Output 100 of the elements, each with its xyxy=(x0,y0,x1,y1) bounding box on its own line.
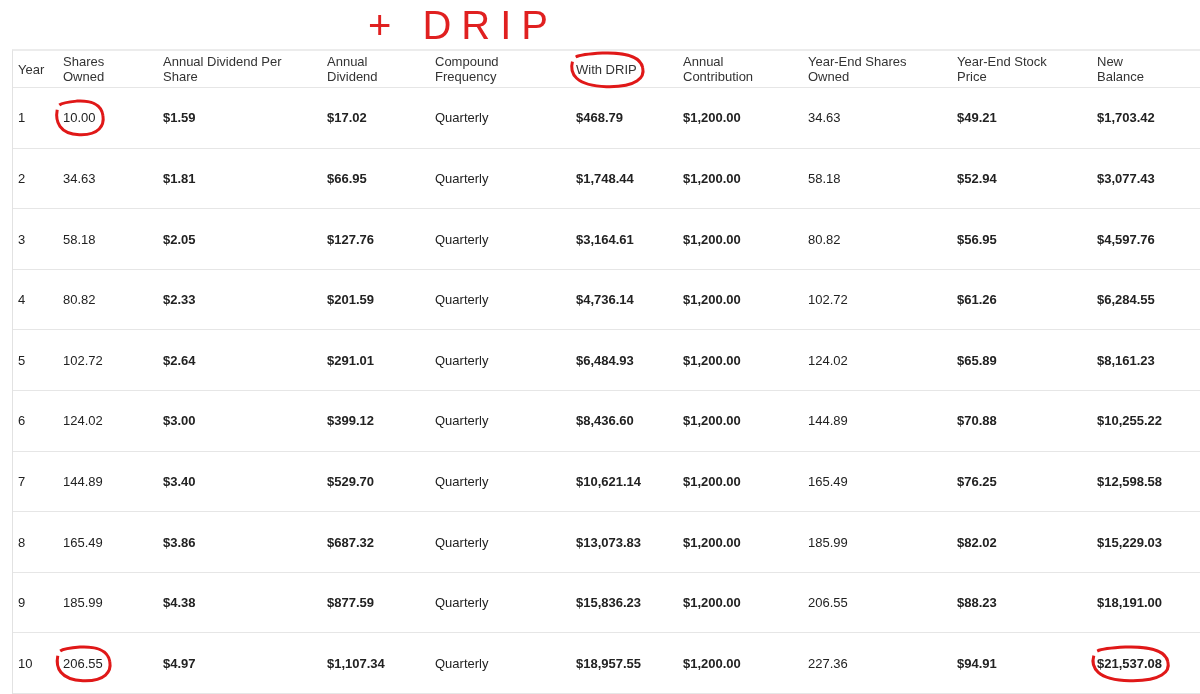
table-cell: Quarterly xyxy=(435,292,489,308)
table-cell: 34.63 xyxy=(63,170,96,186)
table-cell: $1,107.34 xyxy=(327,655,385,671)
table-cell: 58.18 xyxy=(808,170,841,186)
table-cell: $4,597.76 xyxy=(1097,231,1155,247)
table-cell: $2.64 xyxy=(163,352,196,368)
table-cell: $1.59 xyxy=(163,110,196,126)
table-cell: Quarterly xyxy=(435,655,489,671)
table-cell: $1.81 xyxy=(163,170,196,186)
table-cell: Quarterly xyxy=(435,170,489,186)
table-cell: 10 xyxy=(18,655,33,671)
table-cell: $1,200.00 xyxy=(683,413,741,429)
table-cell: $21,537.08 xyxy=(1097,655,1163,671)
column-header: Shares Owned xyxy=(63,54,106,85)
table-cell: 6 xyxy=(18,413,26,429)
table-cell: $6,484.93 xyxy=(576,352,634,368)
table-cell: $1,200.00 xyxy=(683,534,741,550)
table-cell: 165.49 xyxy=(63,534,103,550)
table-cell: 124.02 xyxy=(63,413,103,429)
table-cell: $76.25 xyxy=(957,473,997,489)
table-cell: $10,621.14 xyxy=(576,473,642,489)
column-header: Year-End Stock Price xyxy=(957,54,1048,85)
table-cell: $3,164.61 xyxy=(576,231,634,247)
table-cell: 34.63 xyxy=(808,110,841,126)
table-cell: 102.72 xyxy=(63,352,103,368)
table-cell: $399.12 xyxy=(327,413,374,429)
table-cell: $13,073.83 xyxy=(576,534,642,550)
table-cell: Quarterly xyxy=(435,413,489,429)
table-cell: $94.91 xyxy=(957,655,997,671)
table-cell: $1,200.00 xyxy=(683,595,741,611)
table-cell: $66.95 xyxy=(327,170,367,186)
table-cell: Quarterly xyxy=(435,231,489,247)
table-cell: $88.23 xyxy=(957,595,997,611)
table-cell: $1,200.00 xyxy=(683,292,741,308)
table-cell: $2.05 xyxy=(163,231,196,247)
table-cell: $3.40 xyxy=(163,473,196,489)
table-cell: 80.82 xyxy=(63,292,96,308)
table-cell: 80.82 xyxy=(808,231,841,247)
table-cell: 102.72 xyxy=(808,292,848,308)
table-cell: $8,436.60 xyxy=(576,413,634,429)
table-cell: $1,200.00 xyxy=(683,352,741,368)
table-cell: 9 xyxy=(18,595,26,611)
table-cell: 7 xyxy=(18,473,26,489)
table-cell: 124.02 xyxy=(808,352,848,368)
table-cell: 144.89 xyxy=(63,473,103,489)
table-cell: 185.99 xyxy=(808,534,848,550)
table-cell: $1,748.44 xyxy=(576,170,634,186)
table-cell: 4 xyxy=(18,292,26,308)
column-header: Year xyxy=(18,61,45,77)
column-header: Annual Dividend xyxy=(327,54,379,85)
table-cell: $127.76 xyxy=(327,231,374,247)
handwritten-note: + DRIP xyxy=(368,4,559,45)
table-cell: $201.59 xyxy=(327,292,374,308)
table-cell: $1,200.00 xyxy=(683,170,741,186)
table-cell: 165.49 xyxy=(808,473,848,489)
table-cell: Quarterly xyxy=(435,352,489,368)
table-cell: Quarterly xyxy=(435,595,489,611)
table-cell: $3,077.43 xyxy=(1097,170,1155,186)
table-cell: $18,957.55 xyxy=(576,655,642,671)
table-cell: $8,161.23 xyxy=(1097,352,1155,368)
table-cell: 206.55 xyxy=(808,595,848,611)
table-cell: $18,191.00 xyxy=(1097,595,1163,611)
table-cell: $56.95 xyxy=(957,231,997,247)
table-cell: $52.94 xyxy=(957,170,997,186)
column-header: Year-End Shares Owned xyxy=(808,54,908,85)
table-cell: $70.88 xyxy=(957,413,997,429)
table-cell: $2.33 xyxy=(163,292,196,308)
table-cell: 144.89 xyxy=(808,413,848,429)
table-cell: $687.32 xyxy=(327,534,374,550)
table-cell: $3.00 xyxy=(163,413,196,429)
table-cell: Quarterly xyxy=(435,473,489,489)
table-cell: $529.70 xyxy=(327,473,374,489)
table-cell: $12,598.58 xyxy=(1097,473,1163,489)
table-cell: 1 xyxy=(18,110,26,126)
table-cell: $10,255.22 xyxy=(1097,413,1163,429)
table-cell: $65.89 xyxy=(957,352,997,368)
table-cell: 5 xyxy=(18,352,26,368)
table-cell: 58.18 xyxy=(63,231,96,247)
table-cell: $82.02 xyxy=(957,534,997,550)
table-cell: $1,703.42 xyxy=(1097,110,1155,126)
table-cell: $4.38 xyxy=(163,595,196,611)
table-cell: Quarterly xyxy=(435,110,489,126)
table-cell: 2 xyxy=(18,170,26,186)
table-cell: $49.21 xyxy=(957,110,997,126)
table-cell: 227.36 xyxy=(808,655,848,671)
table-cell: $4.97 xyxy=(163,655,196,671)
table-cell: $1,200.00 xyxy=(683,231,741,247)
table-cell: $1,200.00 xyxy=(683,110,741,126)
table-cell: 10.00 xyxy=(63,110,96,126)
column-header: Compound Frequency xyxy=(435,54,500,85)
table-cell: $877.59 xyxy=(327,595,374,611)
table-cell: $1,200.00 xyxy=(683,655,741,671)
table-cell: Quarterly xyxy=(435,534,489,550)
table-cell: $3.86 xyxy=(163,534,196,550)
table-cell: $17.02 xyxy=(327,110,367,126)
table-cell: 206.55 xyxy=(63,655,103,671)
table-cell: $6,284.55 xyxy=(1097,292,1155,308)
table-cell: $15,836.23 xyxy=(576,595,642,611)
column-header: Annual Dividend Per Share xyxy=(163,54,283,85)
table-cell: $1,200.00 xyxy=(683,473,741,489)
